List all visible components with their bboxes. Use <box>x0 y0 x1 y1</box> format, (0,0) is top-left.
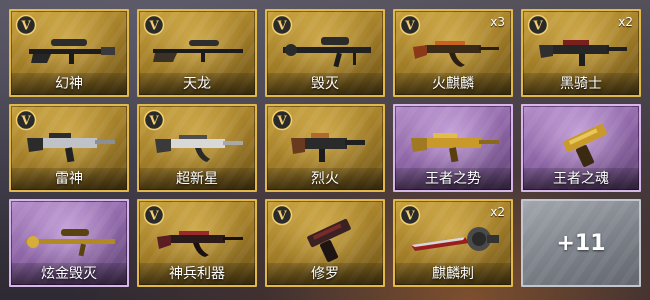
weapon-name: 超新星 <box>139 168 255 190</box>
weapon-name: 天龙 <box>139 73 255 95</box>
assault-rifle-icon <box>155 135 243 162</box>
golden-sniper-icon <box>25 229 115 257</box>
weapon-card-chaoxinxing[interactable]: V 超新星 <box>137 104 257 192</box>
weapon-card-huimie[interactable]: V 毁灭 <box>265 9 385 97</box>
weapon-name: 毁灭 <box>267 73 383 95</box>
weapon-card-wangzhezhishi[interactable]: 王者之势 <box>393 104 513 192</box>
weapon-card-liehuo[interactable]: V 烈火 <box>265 104 385 192</box>
inventory-panel: V 幻神 V 天龙 V 毁灭 V x3 火麒麟 V x2 黑骑士 V 雷神 V … <box>0 0 650 300</box>
weapon-card-tianlong[interactable]: V 天龙 <box>137 9 257 97</box>
weapon-card-shenbingliqi[interactable]: V 神兵利器 <box>137 199 257 287</box>
weapon-name: 炫金毁灭 <box>11 263 127 285</box>
weapon-card-huoqilin[interactable]: V x3 火麒麟 <box>393 9 513 97</box>
weapon-card-qilinci[interactable]: V x2 麒麟刺 <box>393 199 513 287</box>
weapon-name: 黑骑士 <box>523 73 639 95</box>
weapon-name: 雷神 <box>11 168 127 190</box>
weapon-name: 王者之势 <box>395 168 511 190</box>
weapon-name: 火麒麟 <box>395 73 511 95</box>
sniper-rifle-icon <box>29 39 115 64</box>
golden-pistol-icon <box>563 123 607 167</box>
assault-rifle-icon <box>539 40 627 66</box>
more-items-card[interactable]: +11 <box>521 199 641 287</box>
assault-rifle-icon <box>413 41 499 67</box>
golden-rifle-icon <box>411 133 499 163</box>
assault-rifle-icon <box>157 231 243 257</box>
weapon-name: 王者之魂 <box>523 168 639 190</box>
carbine-icon <box>291 133 365 162</box>
sniper-rifle-icon <box>153 40 243 62</box>
weapon-card-heiqishi[interactable]: V x2 黑骑士 <box>521 9 641 97</box>
assault-rifle-icon <box>27 133 115 163</box>
heavy-sniper-icon <box>283 37 371 68</box>
weapon-card-xuanjinhuimie[interactable]: 炫金毁灭 <box>9 199 129 287</box>
weapon-name: 烈火 <box>267 168 383 190</box>
knife-icon <box>411 227 499 251</box>
weapon-card-wangzhezhihun[interactable]: 王者之魂 <box>521 104 641 192</box>
weapon-card-huanshen[interactable]: V 幻神 <box>9 9 129 97</box>
weapon-grid: V 幻神 V 天龙 V 毁灭 V x3 火麒麟 V x2 黑骑士 V 雷神 V … <box>9 9 641 287</box>
weapon-name: 幻神 <box>11 73 127 95</box>
pistol-icon <box>307 218 351 262</box>
weapon-name: 修罗 <box>267 263 383 285</box>
weapon-name: 神兵利器 <box>139 263 255 285</box>
weapon-name: 麒麟刺 <box>395 263 511 285</box>
weapon-card-xiuluo[interactable]: V 修罗 <box>265 199 385 287</box>
more-count: +11 <box>556 230 606 256</box>
weapon-card-leishen[interactable]: V 雷神 <box>9 104 129 192</box>
